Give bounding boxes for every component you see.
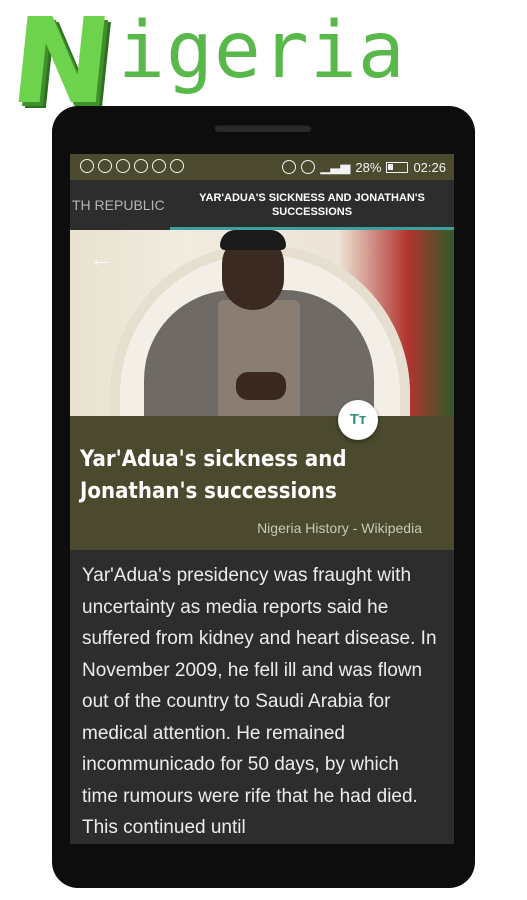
mail-icon	[98, 159, 112, 173]
article-title: Yar'Adua's sickness and Jonathan's succe…	[80, 447, 347, 504]
alarm-icon	[301, 160, 316, 174]
hat-shape	[220, 230, 286, 250]
phone-screen: ▁▃▅ 28% 02:26 TH REPUBLIC YAR'ADUA'S SIC…	[70, 154, 454, 844]
hotspot-icon	[282, 160, 297, 174]
tab-yaradua-sickness[interactable]: YAR'ADUA'S SICKNESS AND JONATHAN'S SUCCE…	[170, 180, 454, 230]
signal-icon: ▁▃▅	[320, 159, 351, 174]
article-source[interactable]: Nigeria History - Wikipedia	[257, 520, 422, 536]
phone-frame: ▁▃▅ 28% 02:26 TH REPUBLIC YAR'ADUA'S SIC…	[52, 106, 475, 888]
app-icon	[152, 159, 166, 173]
hands-shape	[236, 372, 286, 400]
back-arrow-icon[interactable]: ←	[90, 248, 112, 270]
article-body: Yar'Adua's presidency was fraught with u…	[82, 565, 437, 838]
banner-initial: N	[4, 0, 119, 130]
battery-icon	[386, 161, 409, 173]
status-bar: ▁▃▅ 28% 02:26	[70, 154, 454, 180]
clock: 02:26	[413, 159, 446, 175]
banner-title-rest: igeria	[118, 6, 406, 96]
article-title-panel: Yar'Adua's sickness and Jonathan's succe…	[70, 416, 454, 550]
system-icons: ▁▃▅ 28% 02:26	[282, 159, 446, 175]
skype-icon	[134, 159, 148, 173]
phone-speaker	[214, 124, 312, 132]
tab-fourth-republic[interactable]: TH REPUBLIC	[70, 180, 170, 230]
battery-percent: 28%	[355, 159, 382, 175]
whatsapp-icon	[116, 159, 130, 173]
tab-bar: TH REPUBLIC YAR'ADUA'S SICKNESS AND JONA…	[70, 180, 454, 230]
instagram-icon	[170, 159, 184, 173]
message-icon	[80, 159, 94, 173]
notification-icons	[80, 159, 184, 173]
article-header-image: ←	[70, 230, 454, 416]
text-size-button[interactable]: Tт	[338, 400, 378, 440]
